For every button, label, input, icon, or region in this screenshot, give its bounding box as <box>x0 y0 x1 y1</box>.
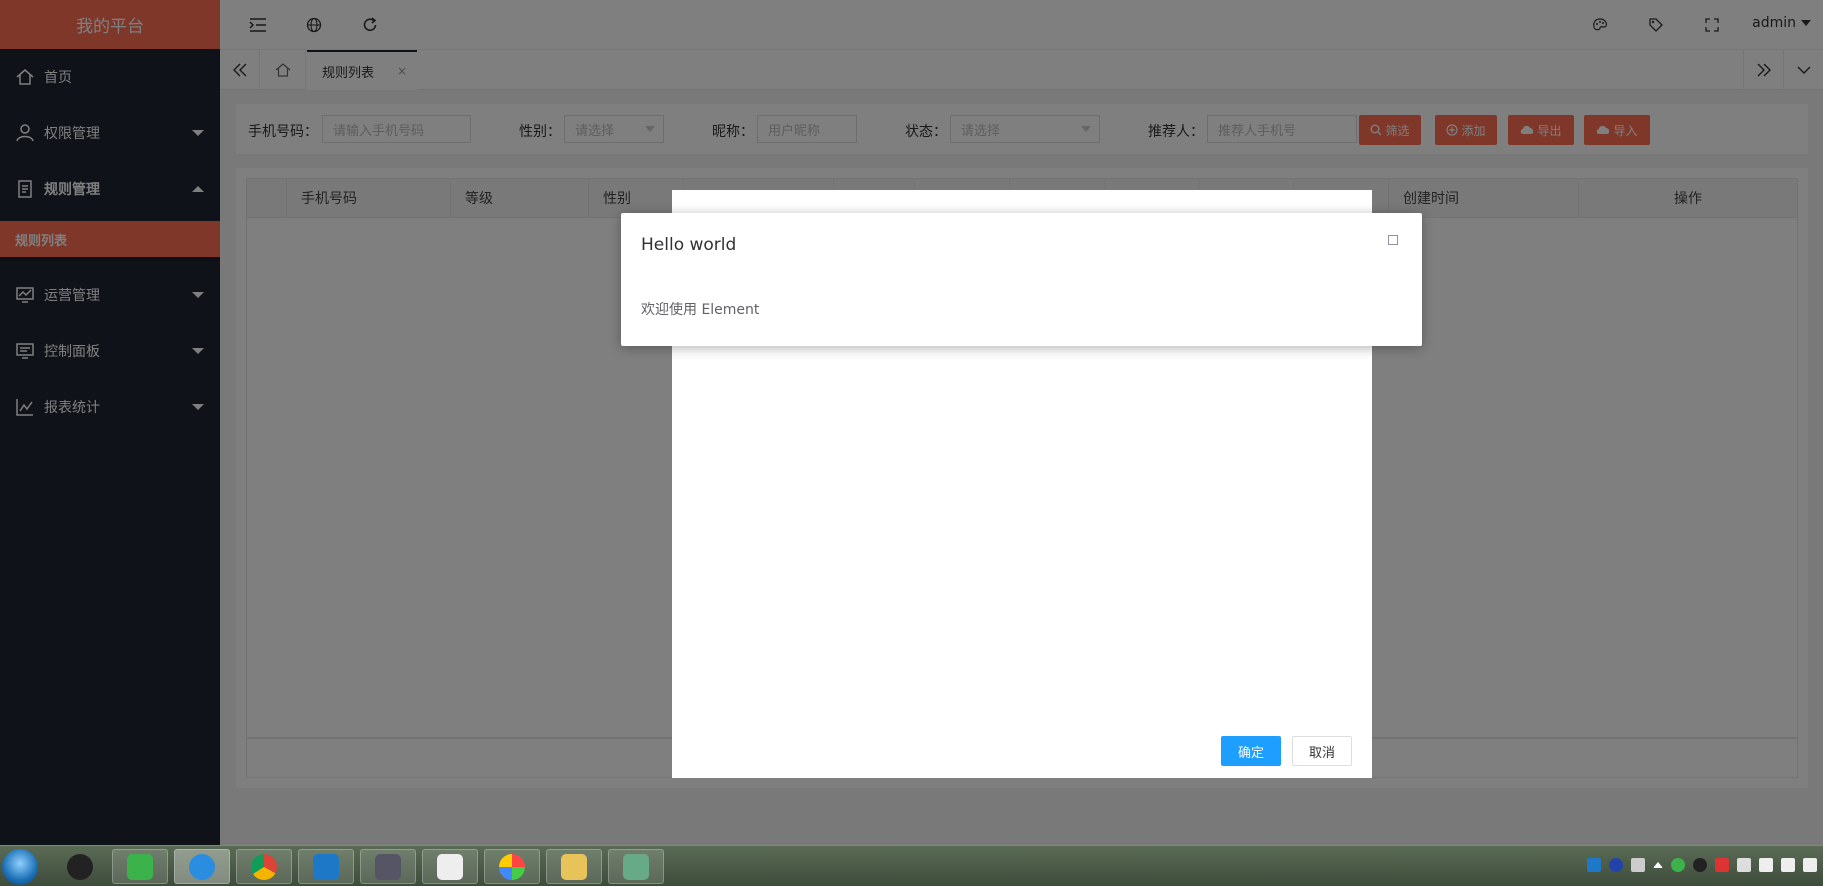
taskbar-qq[interactable] <box>52 849 108 884</box>
app-icon <box>623 853 649 880</box>
speaker-icon[interactable] <box>1803 858 1817 872</box>
taskbar-app[interactable] <box>360 849 416 884</box>
tray-icon[interactable] <box>1587 858 1601 872</box>
help-icon[interactable] <box>1609 858 1623 872</box>
taskbar-wechat[interactable] <box>112 849 168 884</box>
folder-icon <box>561 853 587 880</box>
window-icon <box>375 853 401 880</box>
taskbar-explorer[interactable] <box>546 849 602 884</box>
wechat-icon <box>127 853 153 880</box>
taskbar-typora[interactable] <box>422 849 478 884</box>
message-dialog: Hello world 欢迎使用 Element <box>621 213 1422 346</box>
typora-icon <box>437 853 463 880</box>
chrome-icon <box>251 853 277 880</box>
browser-icon <box>189 853 215 880</box>
os-taskbar <box>0 845 1823 886</box>
start-button[interactable] <box>2 849 38 885</box>
dialog-title: Hello world <box>641 235 737 255</box>
chevron-up-icon[interactable] <box>1653 862 1663 868</box>
taskbar-vscode[interactable] <box>298 849 354 884</box>
taskbar-app2[interactable] <box>484 849 540 884</box>
confirm-button[interactable]: 确定 <box>1221 736 1281 766</box>
wechat-icon[interactable] <box>1671 858 1685 872</box>
network-icon[interactable] <box>1715 858 1729 872</box>
taskbar-app3[interactable] <box>608 849 664 884</box>
dialog-body: 欢迎使用 Element <box>641 302 760 318</box>
qq-icon[interactable] <box>1693 858 1707 872</box>
qq-icon <box>67 853 93 880</box>
close-icon[interactable] <box>1388 235 1398 245</box>
volume-icon[interactable] <box>1759 858 1773 872</box>
system-tray <box>1587 858 1817 872</box>
signal-icon[interactable] <box>1781 858 1795 872</box>
app-icon <box>499 853 525 880</box>
vscode-icon <box>313 853 339 880</box>
device-icon[interactable] <box>1737 858 1751 872</box>
cancel-button[interactable]: 取消 <box>1292 736 1352 766</box>
tray-icon[interactable] <box>1631 858 1645 872</box>
taskbar-browser[interactable] <box>174 849 230 884</box>
taskbar-chrome[interactable] <box>236 849 292 884</box>
